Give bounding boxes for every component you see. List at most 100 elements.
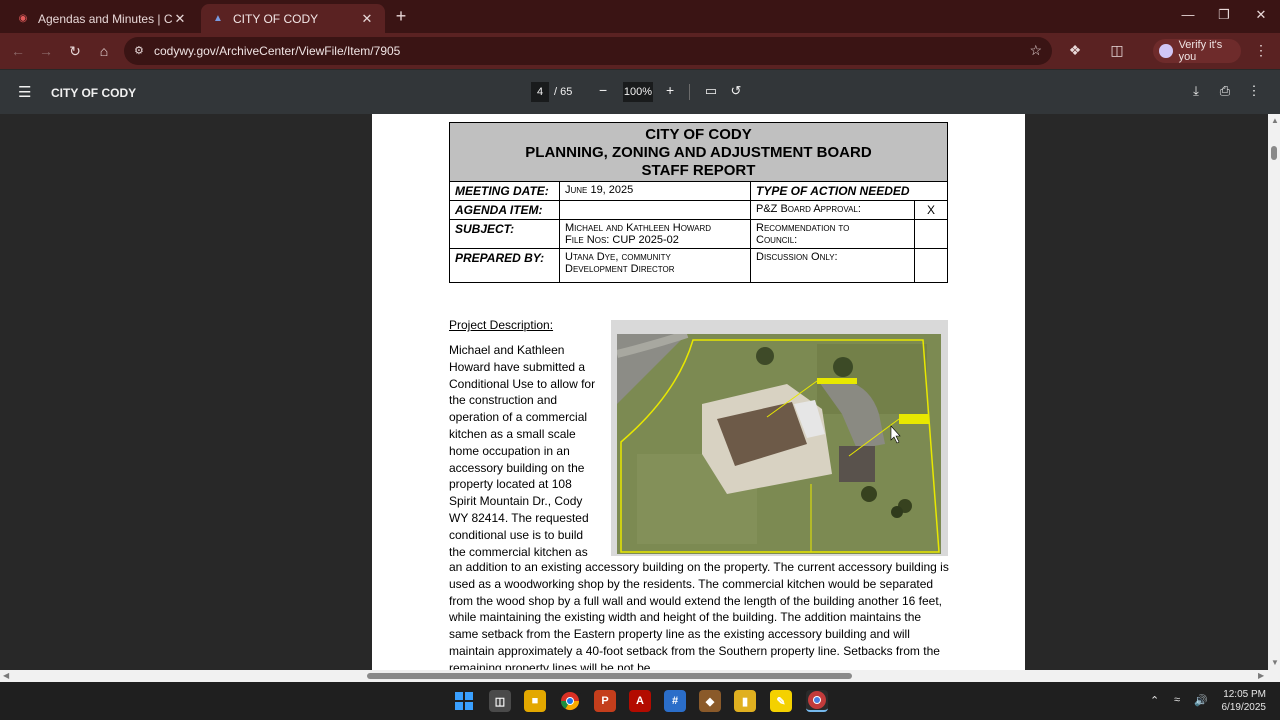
pdf-page: CITY OF CODY PLANNING, ZONING AND ADJUST… bbox=[372, 114, 1025, 670]
recommendation-label-line: Recommendation to bbox=[756, 222, 850, 234]
subject-line: Michael and Kathleen Howard bbox=[565, 222, 712, 234]
browser-menu-icon[interactable]: ⋮ bbox=[1254, 42, 1268, 59]
vertical-scrollbar[interactable]: ▲ ▼ bbox=[1268, 114, 1280, 670]
clock-time: 12:05 PM bbox=[1223, 689, 1266, 700]
agenda-item-value bbox=[559, 200, 751, 220]
task-view-icon[interactable]: ◫ bbox=[489, 690, 511, 712]
discussion-mark bbox=[914, 248, 948, 283]
zoom-in-icon[interactable]: + bbox=[666, 82, 674, 98]
meeting-date-label: MEETING DATE: bbox=[449, 181, 560, 201]
document-title: CITY OF CODY bbox=[51, 86, 137, 100]
tab-city-of-cody[interactable]: ▲ CITY OF CODY ✕ bbox=[201, 4, 385, 33]
notes-app-icon[interactable]: ▮ bbox=[734, 690, 756, 712]
start-icon[interactable] bbox=[453, 690, 475, 712]
recommendation-label-line: Council: bbox=[756, 234, 798, 246]
discussion-label: Discussion Only: bbox=[750, 248, 915, 283]
scroll-left-icon[interactable]: ◀ bbox=[3, 671, 9, 680]
extensions-icon[interactable]: ❖ bbox=[1066, 42, 1084, 59]
side-panel-icon[interactable]: ◫ bbox=[1108, 42, 1126, 59]
report-header-line: PLANNING, ZONING AND ADJUSTMENT BOARD bbox=[525, 144, 872, 161]
scroll-up-icon[interactable]: ▲ bbox=[1271, 116, 1279, 125]
rotate-icon[interactable]: ↺ bbox=[728, 83, 744, 99]
print-icon[interactable]: ⎙ bbox=[1217, 83, 1233, 99]
tab-title: CITY OF CODY bbox=[233, 11, 319, 26]
show-hidden-icons-icon[interactable]: ⌃ bbox=[1150, 694, 1159, 707]
report-header-line: STAFF REPORT bbox=[641, 162, 756, 179]
avatar bbox=[1159, 44, 1173, 58]
vertical-scroll-thumb[interactable] bbox=[1271, 146, 1277, 160]
browser-tab-strip: ◉ Agendas and Minutes | Cody, W ✕ ▲ CITY… bbox=[0, 0, 1280, 33]
app-icon[interactable]: ◆ bbox=[699, 690, 721, 712]
fit-page-icon[interactable]: ▭ bbox=[703, 83, 719, 99]
clock-date: 6/19/2025 bbox=[1221, 702, 1267, 713]
project-description-heading: Project Description: bbox=[449, 318, 554, 332]
profile-label: Verify it's you bbox=[1178, 39, 1223, 63]
minimize-icon[interactable]: — bbox=[1178, 7, 1198, 22]
sticky-notes-icon[interactable]: ✎ bbox=[770, 690, 792, 712]
pdf-toolbar: ☰ CITY OF CODY 4 / 65 − 100% + ▭ ↺ ⤓ ⎙ ⋮ bbox=[0, 70, 1280, 114]
profile-button[interactable]: Verify it's you bbox=[1153, 39, 1241, 63]
scroll-down-icon[interactable]: ▼ bbox=[1271, 658, 1279, 667]
chrome-profile-icon[interactable] bbox=[806, 690, 828, 712]
reload-icon[interactable]: ↻ bbox=[65, 41, 85, 61]
browser-toolbar: ← → ↻ ⌂ ⚙ codywy.gov/ArchiveCenter/ViewF… bbox=[0, 33, 1280, 69]
recommendation-label: Recommendation to Council: bbox=[750, 219, 915, 249]
prepared-by-line: Development Director bbox=[565, 263, 675, 275]
subject-line: File Nos: CUP 2025-02 bbox=[565, 234, 679, 246]
prepared-by-value: Utana Dye, community Development Directo… bbox=[559, 248, 751, 283]
close-tab-icon[interactable]: ✕ bbox=[359, 11, 375, 27]
close-tab-icon[interactable]: ✕ bbox=[172, 11, 188, 27]
wifi-icon[interactable]: ≈ bbox=[1174, 694, 1180, 706]
agenda-item-label: AGENDA ITEM: bbox=[449, 200, 560, 220]
horizontal-scroll-thumb[interactable] bbox=[367, 673, 852, 679]
city-favicon-icon: ◉ bbox=[18, 13, 28, 24]
more-actions-icon[interactable]: ⋮ bbox=[1246, 83, 1262, 99]
close-window-icon[interactable]: ✕ bbox=[1251, 7, 1271, 23]
url-text: codywy.gov/ArchiveCenter/ViewFile/Item/7… bbox=[154, 44, 401, 58]
acrobat-icon[interactable]: A bbox=[629, 690, 651, 712]
subject-value: Michael and Kathleen Howard File Nos: CU… bbox=[559, 219, 751, 249]
tab-agendas[interactable]: ◉ Agendas and Minutes | Cody, W ✕ bbox=[6, 4, 198, 33]
toolbar-divider bbox=[689, 84, 690, 100]
file-explorer-icon[interactable]: ■ bbox=[524, 690, 546, 712]
recommendation-mark bbox=[914, 219, 948, 249]
address-bar[interactable]: ⚙ codywy.gov/ArchiveCenter/ViewFile/Item… bbox=[124, 37, 1052, 65]
bookmark-star-icon[interactable]: ☆ bbox=[1029, 42, 1042, 59]
pz-approval-mark: X bbox=[914, 200, 948, 220]
zoom-out-icon[interactable]: − bbox=[599, 82, 607, 98]
meeting-date-value: June 19, 2025 bbox=[559, 181, 751, 201]
action-needed-label: TYPE OF ACTION NEEDED bbox=[750, 181, 948, 201]
page-total: / 65 bbox=[554, 86, 573, 98]
project-description-text: Michael and Kathleen Howard have submitt… bbox=[449, 343, 596, 559]
calculator-icon[interactable]: # bbox=[664, 690, 686, 712]
project-description-continued: an addition to an existing accessory bui… bbox=[449, 560, 949, 670]
aerial-photo bbox=[611, 320, 948, 556]
report-header: CITY OF CODY PLANNING, ZONING AND ADJUST… bbox=[449, 122, 948, 182]
chrome-icon[interactable] bbox=[559, 690, 581, 712]
windows-taskbar: ◫ ■ P A # ◆ ▮ ✎ ⌃ ≈ 🔊 12:05 PM 6/19/2025 bbox=[0, 682, 1280, 720]
download-icon[interactable]: ⤓ bbox=[1188, 83, 1204, 99]
site-info-icon[interactable]: ⚙ bbox=[134, 44, 144, 57]
system-clock[interactable]: 12:05 PM 6/19/2025 bbox=[1214, 688, 1267, 714]
prepared-by-label: PREPARED BY: bbox=[449, 248, 560, 283]
tab-title: Agendas and Minutes | Cody, W bbox=[38, 11, 172, 26]
scroll-right-icon[interactable]: ▶ bbox=[1258, 671, 1264, 680]
maximize-icon[interactable]: ❐ bbox=[1214, 7, 1234, 23]
volume-icon[interactable]: 🔊 bbox=[1194, 694, 1208, 707]
staff-report-table: CITY OF CODY PLANNING, ZONING AND ADJUST… bbox=[449, 122, 948, 283]
pdf-favicon-icon: ▲ bbox=[213, 13, 223, 24]
prepared-by-line: Utana Dye, community bbox=[565, 251, 671, 263]
back-icon[interactable]: ← bbox=[8, 41, 28, 61]
horizontal-scrollbar[interactable]: ◀ ▶ bbox=[0, 670, 1280, 682]
powerpoint-icon[interactable]: P bbox=[594, 690, 616, 712]
pz-approval-label: P&Z Board Approval: bbox=[750, 200, 915, 220]
page-number-input[interactable]: 4 bbox=[531, 82, 549, 102]
pdf-viewport[interactable]: CITY OF CODY PLANNING, ZONING AND ADJUST… bbox=[0, 114, 1268, 670]
zoom-input[interactable]: 100% bbox=[623, 82, 653, 102]
home-icon[interactable]: ⌂ bbox=[94, 41, 114, 61]
forward-icon[interactable]: → bbox=[36, 41, 56, 61]
subject-label: SUBJECT: bbox=[449, 219, 560, 249]
aerial-map-image bbox=[617, 334, 941, 554]
menu-icon[interactable]: ☰ bbox=[18, 83, 31, 101]
new-tab-button[interactable]: + bbox=[392, 6, 410, 26]
